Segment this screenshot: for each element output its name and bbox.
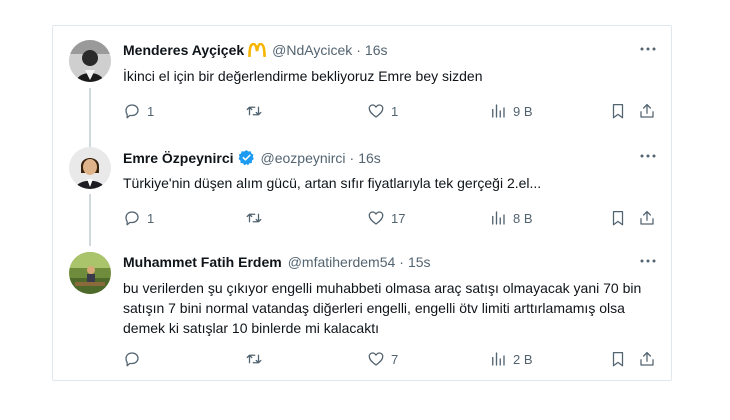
share-button[interactable] (638, 102, 656, 120)
reply-button[interactable]: 1 (123, 209, 154, 227)
like-count: 1 (391, 103, 399, 119)
views-button[interactable]: 9 B (489, 102, 533, 120)
avatar[interactable] (69, 252, 111, 294)
retweet-button[interactable] (245, 350, 269, 368)
retweet-icon (246, 213, 262, 223)
more-icon[interactable] (639, 252, 657, 275)
bookmark-button[interactable] (609, 209, 627, 227)
display-name[interactable]: Muhammet Fatih Erdem (123, 254, 282, 270)
user-handle[interactable]: @NdAycicek (272, 42, 352, 58)
view-count: 2 B (513, 351, 533, 367)
avatar[interactable] (69, 147, 111, 189)
bookmark-button[interactable] (609, 350, 627, 368)
like-button[interactable]: 17 (367, 209, 405, 227)
reply-button[interactable] (123, 350, 147, 368)
user-handle[interactable]: @eozpeynirci (261, 150, 346, 166)
display-name[interactable]: Menderes Ayçiçek (123, 42, 244, 58)
tweet-text: Türkiye'nin düşen alım gücü, artan sıfır… (123, 175, 542, 191)
reply-icon (125, 211, 139, 226)
tweet[interactable]: Menderes Ayçiçek @NdAycicek · 16s İkinci… (53, 26, 671, 136)
bookmark-button[interactable] (609, 102, 627, 120)
views-icon (492, 104, 505, 118)
tweet-thread-card: Menderes Ayçiçek @NdAycicek · 16s İkinci… (52, 25, 672, 381)
tweet-text: bu verilerden şu çıkıyor engelli muhabbe… (123, 280, 642, 336)
tweet-header: Menderes Ayçiçek @NdAycicek · 16s (123, 42, 387, 58)
tweet-actions: 7 2 B (123, 350, 656, 370)
view-count: 8 B (513, 210, 533, 226)
separator-dot: · (399, 254, 404, 270)
like-icon (368, 211, 384, 225)
view-count: 9 B (513, 103, 533, 119)
like-icon (368, 104, 384, 118)
retweet-icon (246, 354, 262, 364)
timestamp[interactable]: 15s (408, 254, 431, 270)
like-count: 7 (391, 351, 399, 367)
tweet[interactable]: Emre Özpeynirci @eozpeynirci · 16s Türki… (53, 133, 671, 243)
bookmark-icon (612, 103, 624, 119)
timestamp[interactable]: 16s (365, 42, 388, 58)
bookmark-icon (612, 210, 624, 226)
more-icon[interactable] (639, 147, 657, 170)
reply-button[interactable]: 1 (123, 102, 154, 120)
tweet-text: İkinci el için bir değerlendirme bekliyo… (123, 68, 483, 84)
timestamp[interactable]: 16s (358, 150, 381, 166)
views-icon (492, 352, 505, 366)
tweet-actions: 1 17 8 B (123, 209, 656, 229)
tweet[interactable]: Muhammet Fatih Erdem @mfatiherdem54 · 15… (53, 238, 671, 382)
avatar[interactable] (69, 40, 111, 82)
views-button[interactable]: 8 B (489, 209, 533, 227)
bookmark-icon (612, 351, 624, 367)
views-icon (492, 211, 505, 225)
reply-count: 1 (147, 103, 155, 119)
retweet-icon (246, 106, 262, 116)
separator-dot: · (356, 42, 361, 58)
share-button[interactable] (638, 209, 656, 227)
retweet-button[interactable] (245, 102, 269, 120)
retweet-button[interactable] (245, 209, 269, 227)
tweet-header: Muhammet Fatih Erdem @mfatiherdem54 · 15… (123, 254, 431, 270)
like-count: 17 (391, 210, 406, 226)
views-button[interactable]: 2 B (489, 350, 533, 368)
share-button[interactable] (638, 350, 656, 368)
reply-icon (125, 104, 139, 119)
reply-icon (125, 352, 139, 367)
tweet-header: Emre Özpeynirci @eozpeynirci · 16s (123, 149, 381, 166)
like-icon (368, 352, 384, 366)
tweet-actions: 1 1 9 B (123, 102, 656, 122)
separator-dot: · (349, 149, 355, 166)
display-name[interactable]: Emre Özpeynirci (123, 150, 234, 166)
gold-arches-emoji-icon (248, 43, 266, 57)
like-button[interactable]: 1 (367, 102, 398, 120)
like-button[interactable]: 7 (367, 350, 398, 368)
share-icon (640, 351, 654, 366)
reply-count: 1 (147, 210, 155, 226)
share-icon (640, 103, 654, 118)
share-icon (640, 210, 654, 225)
more-icon[interactable] (639, 40, 657, 63)
user-handle[interactable]: @mfatiherdem54 (288, 254, 396, 270)
verified-badge-icon (238, 149, 255, 166)
